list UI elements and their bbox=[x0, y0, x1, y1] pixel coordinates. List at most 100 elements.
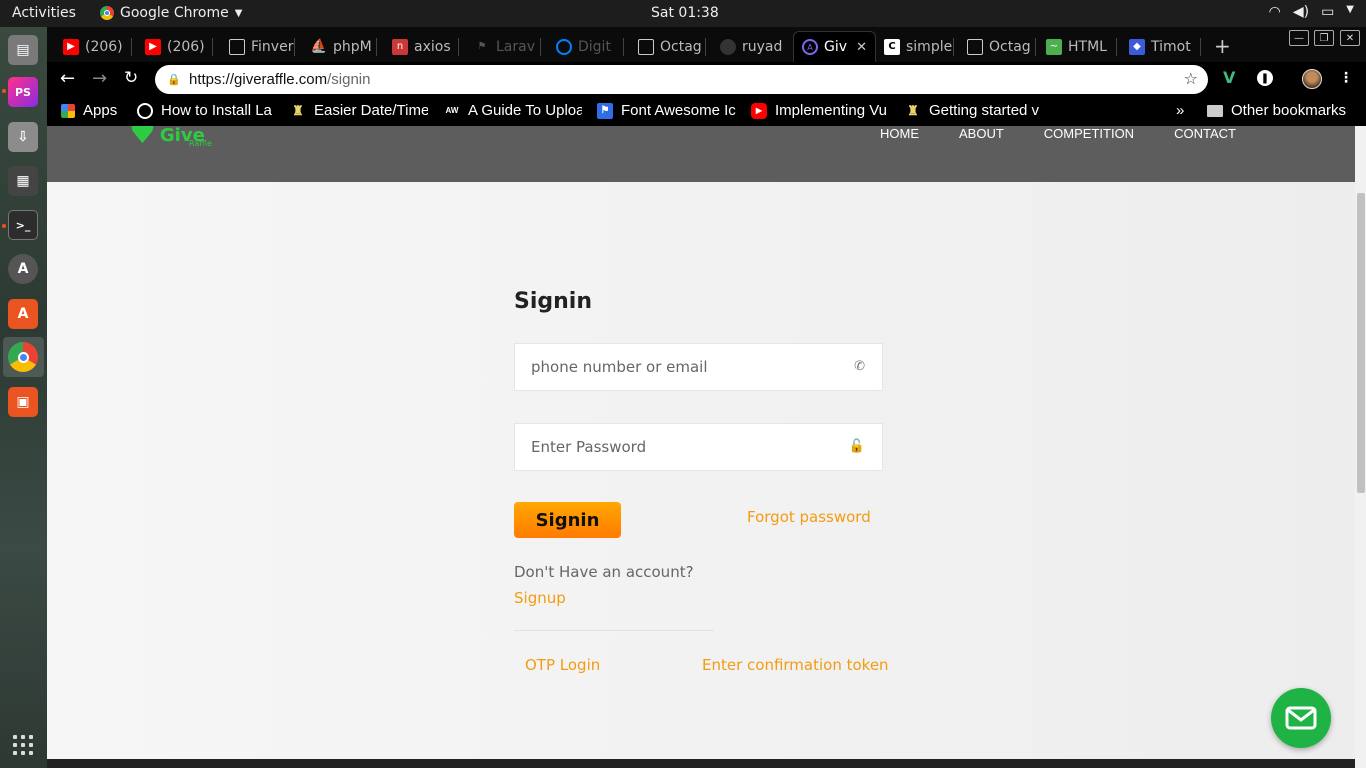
bookmark-item[interactable]: ⚑ Font Awesome Ic bbox=[597, 102, 737, 119]
confirmation-token-link[interactable]: Enter confirmation token bbox=[702, 656, 889, 674]
tab[interactable]: Octag bbox=[951, 31, 1033, 62]
forward-arrow-icon[interactable]: → bbox=[92, 68, 107, 89]
folder-icon bbox=[1207, 104, 1223, 117]
installer-icon[interactable]: ⇩ bbox=[8, 122, 38, 152]
tab-title: phpM bbox=[333, 38, 372, 55]
close-window-button[interactable]: ✕ bbox=[1340, 30, 1360, 46]
tab[interactable]: Finver bbox=[213, 31, 295, 62]
bookmark-label: Getting started v bbox=[929, 102, 1040, 119]
bookmark-item[interactable]: ♜ Getting started v bbox=[905, 102, 1045, 119]
nav-competition[interactable]: COMPETITION bbox=[1044, 126, 1134, 141]
page-viewport: ♥ Give Raffle HOME ABOUT COMPETITION CON… bbox=[47, 126, 1366, 768]
tab-title: simple bbox=[906, 38, 952, 55]
tab[interactable]: ruyad bbox=[704, 31, 792, 62]
forgot-password-link[interactable]: Forgot password bbox=[747, 508, 871, 526]
scrollbar-thumb[interactable] bbox=[1357, 193, 1365, 493]
software-updater-icon[interactable]: A bbox=[8, 254, 38, 284]
show-applications-icon[interactable] bbox=[13, 735, 33, 755]
tab-title: Giv bbox=[824, 39, 848, 55]
identity-field: ✆ bbox=[514, 343, 883, 391]
page-footer-strip bbox=[47, 759, 1355, 768]
url-host: https://giveraffle.com bbox=[189, 71, 328, 88]
digitalocean-icon bbox=[556, 38, 572, 55]
chrome-window: ▶ (206) ▶ (206) Finver ⛵ phpM n axios ⚑ … bbox=[47, 27, 1366, 768]
phpstorm-icon[interactable]: PS bbox=[8, 77, 38, 107]
document-icon bbox=[967, 38, 983, 55]
maximize-button[interactable]: ❐ bbox=[1314, 30, 1334, 46]
document-icon bbox=[229, 38, 245, 55]
close-tab-icon[interactable]: ✕ bbox=[856, 40, 867, 55]
tab[interactable]: ◆ Timot bbox=[1113, 31, 1198, 62]
address-bar[interactable]: 🔒 https://giveraffle.com/signin ☆ bbox=[155, 65, 1208, 94]
minimize-button[interactable]: — bbox=[1289, 30, 1309, 46]
battery-icon: ▭ bbox=[1321, 4, 1335, 20]
url-text: https://giveraffle.com/signin bbox=[189, 71, 370, 88]
app-name: Google Chrome bbox=[120, 5, 229, 21]
page-scrollbar[interactable] bbox=[1355, 126, 1366, 768]
tab[interactable]: ⛵ phpM bbox=[295, 31, 377, 62]
ubuntu-software-icon[interactable]: A bbox=[8, 299, 38, 329]
nav-home[interactable]: HOME bbox=[880, 126, 919, 141]
system-tray[interactable]: ◠ ◀) ▭ ▼ bbox=[1269, 4, 1354, 20]
reload-icon[interactable]: ↻ bbox=[124, 68, 138, 88]
bookmark-label: Font Awesome Ic bbox=[621, 102, 736, 119]
bookmark-item[interactable]: AW A Guide To Uploa bbox=[444, 102, 582, 119]
bookmark-item[interactable]: ♜ Easier Date/Time bbox=[290, 102, 428, 119]
video-editor-icon[interactable]: ▦ bbox=[8, 166, 38, 196]
tab-active-giveraffle[interactable]: A Giv ✕ bbox=[793, 31, 876, 62]
aw-icon: AW bbox=[445, 106, 459, 115]
more-menu-icon[interactable]: ⋮ bbox=[1339, 70, 1353, 86]
bookmark-item[interactable]: How to Install La bbox=[137, 102, 274, 119]
running-indicator bbox=[2, 89, 6, 93]
tab[interactable]: ~ HTML bbox=[1030, 31, 1113, 62]
signin-button[interactable]: Signin bbox=[514, 502, 621, 538]
signup-link[interactable]: Signup bbox=[514, 589, 566, 607]
browser-toolbar: ← → ↻ 🔒 https://giveraffle.com/signin ☆ … bbox=[47, 62, 1366, 97]
profile-avatar[interactable] bbox=[1302, 69, 1322, 89]
nav-about[interactable]: ABOUT bbox=[959, 126, 1004, 141]
otp-login-link[interactable]: OTP Login bbox=[525, 656, 600, 674]
tab[interactable]: n axios bbox=[376, 31, 458, 62]
tab-title: ruyad bbox=[742, 38, 783, 55]
bookmarks-overflow-chevron[interactable]: » bbox=[1176, 102, 1184, 119]
signin-title: Signin bbox=[514, 289, 592, 314]
tab-title: Octag bbox=[660, 38, 702, 55]
phpmyadmin-icon: ⛵ bbox=[310, 39, 328, 54]
bookmark-favicon-icon bbox=[137, 102, 153, 119]
signin-form: Signin ✆ 🔓 Signin Forgot password Don't … bbox=[514, 182, 889, 768]
tab-title: Octag bbox=[989, 38, 1031, 55]
bookmark-apps[interactable]: Apps bbox=[61, 102, 141, 119]
terminal-icon[interactable]: >_ bbox=[8, 210, 38, 240]
new-tab-button[interactable]: + bbox=[1214, 34, 1231, 58]
tab[interactable]: Octag bbox=[622, 31, 704, 62]
site-logo[interactable]: ♥ Give Raffle bbox=[129, 126, 212, 149]
tab[interactable]: ⚑ Larav bbox=[458, 31, 540, 62]
activities-button[interactable]: Activities bbox=[12, 5, 76, 21]
app-menu[interactable]: Google Chrome ▼ bbox=[100, 5, 242, 21]
password-input[interactable] bbox=[515, 424, 845, 470]
document-icon bbox=[638, 38, 654, 55]
tab[interactable]: ▶ (206) bbox=[129, 31, 213, 62]
tab[interactable]: Digit bbox=[540, 31, 622, 62]
bulb-icon: ♜ bbox=[907, 102, 919, 118]
files-app-icon[interactable]: ▤ bbox=[8, 35, 38, 65]
bookmark-item[interactable]: ▶ Implementing Vu bbox=[751, 102, 890, 119]
apps-grid-icon bbox=[61, 103, 75, 118]
bookmark-star-icon[interactable]: ☆ bbox=[1184, 69, 1198, 88]
vue-devtools-icon[interactable]: V bbox=[1223, 68, 1235, 87]
other-bookmarks-folder[interactable]: Other bookmarks bbox=[1207, 102, 1346, 119]
volume-icon: ◀) bbox=[1292, 4, 1310, 20]
back-arrow-icon[interactable]: ← bbox=[60, 68, 75, 89]
contact-mail-button[interactable] bbox=[1271, 688, 1331, 748]
chrome-dock-icon[interactable] bbox=[8, 342, 38, 372]
tab[interactable]: ▶ (206) bbox=[47, 31, 131, 62]
url-path: /signin bbox=[327, 71, 371, 88]
tab[interactable]: C simple bbox=[868, 31, 952, 62]
identity-input[interactable] bbox=[515, 344, 845, 390]
tab-title: axios bbox=[414, 38, 451, 55]
chevron-down-icon: ▼ bbox=[234, 7, 243, 19]
extension-icon[interactable]: ❚ bbox=[1257, 70, 1273, 86]
clock[interactable]: Sat 01:38 bbox=[651, 5, 719, 21]
screenshot-app-icon[interactable]: ▣ bbox=[8, 387, 38, 417]
nav-contact[interactable]: CONTACT bbox=[1174, 126, 1236, 141]
